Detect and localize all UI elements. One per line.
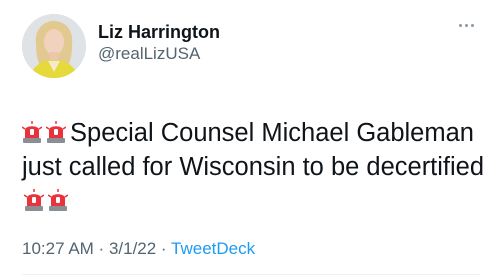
- more-dot: [465, 24, 468, 27]
- user-handle[interactable]: @realLizUSA: [98, 43, 220, 65]
- tweet-card: Liz Harrington @realLizUSA Special Couns…: [0, 0, 500, 277]
- more-dot: [459, 24, 462, 27]
- tweet-time[interactable]: 10:27 AM: [22, 239, 94, 258]
- tweet-source-link[interactable]: TweetDeck: [171, 239, 255, 258]
- display-name[interactable]: Liz Harrington: [98, 21, 220, 43]
- tweet-text: Special Counsel Michael Gableman just ca…: [22, 116, 492, 218]
- tweet-meta: 10:27 AM · 3/1/22 · TweetDeck: [22, 238, 480, 260]
- more-dot: [471, 24, 474, 27]
- police-car-light-icon: [24, 189, 44, 211]
- divider: [22, 274, 480, 275]
- police-car-light-icon: [48, 189, 68, 211]
- more-options-icon[interactable]: [459, 24, 474, 27]
- tweet-text-content: Special Counsel Michael Gableman just ca…: [22, 119, 485, 181]
- police-car-light-icon: [22, 121, 42, 143]
- tweet-header: Liz Harrington @realLizUSA: [22, 14, 480, 78]
- user-names: Liz Harrington @realLizUSA: [98, 21, 220, 65]
- police-car-light-icon: [46, 121, 66, 143]
- tweet-date[interactable]: 3/1/22: [109, 239, 156, 258]
- avatar[interactable]: [22, 14, 86, 78]
- meta-separator: ·: [93, 239, 109, 258]
- meta-separator: ·: [156, 239, 172, 258]
